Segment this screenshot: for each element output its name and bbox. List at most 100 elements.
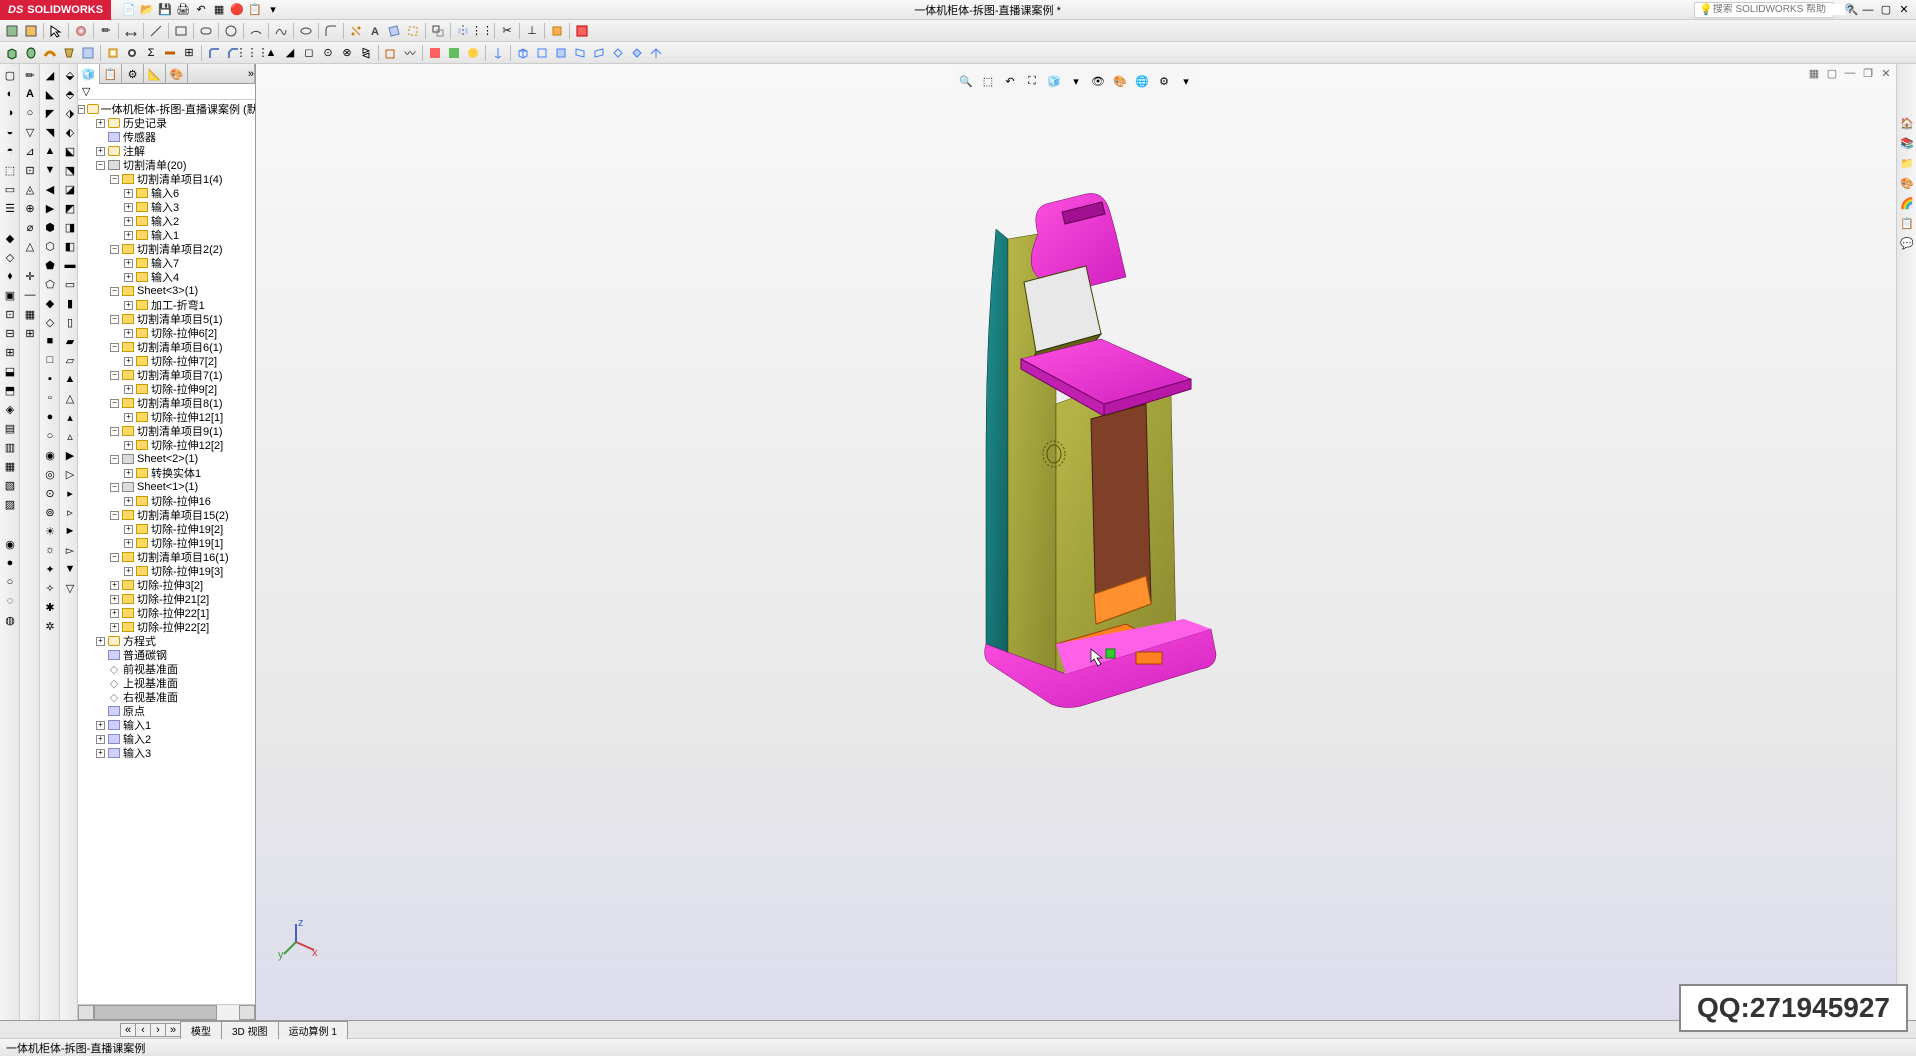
tree-item[interactable]: ◇前视基准面 (78, 662, 255, 676)
surf1-icon[interactable]: ⬙ (61, 66, 79, 84)
weld14-icon[interactable]: ◇ (41, 313, 59, 331)
hole-callout-icon[interactable]: ⌀ (21, 218, 39, 236)
solidworks-resources-icon[interactable]: 🏠 (1898, 114, 1916, 132)
forming-tool-icon[interactable]: ▣ (1, 286, 19, 304)
sketch-tool-icon[interactable]: ✏ (97, 22, 115, 40)
doc-close-icon[interactable]: ✕ (1878, 66, 1894, 80)
edge-flange-icon[interactable]: ◑ (1, 104, 19, 122)
rip-icon[interactable]: ▤ (1, 419, 19, 437)
print-button[interactable]: 🖨 (175, 2, 191, 18)
weld1-icon[interactable]: ◢ (41, 66, 59, 84)
tree-expander-icon[interactable]: + (124, 189, 133, 198)
tree-item[interactable]: −Sheet<1>(1) (78, 480, 255, 494)
scroll-right-button[interactable] (239, 1005, 255, 1020)
sketched-bend-icon[interactable]: ▭ (1, 180, 19, 198)
tree-expander-icon[interactable]: + (124, 203, 133, 212)
slot-icon[interactable] (197, 22, 215, 40)
wrap-icon[interactable]: ⊙ (319, 44, 337, 62)
mirror-icon[interactable] (454, 22, 472, 40)
dimension-icon[interactable] (122, 22, 140, 40)
misc4-icon[interactable]: ◌ (1, 592, 19, 610)
pattern-icon[interactable]: ⋮⋮ (473, 22, 491, 40)
weld12-icon[interactable]: ⬠ (41, 275, 59, 293)
cut-loft-icon[interactable]: ⊞ (180, 44, 198, 62)
tree-expander-icon[interactable]: + (124, 259, 133, 268)
sheet-metal-icon[interactable]: ▢ (1, 66, 19, 84)
extrude-icon[interactable] (3, 44, 21, 62)
weld25-icon[interactable]: ☀ (41, 522, 59, 540)
fillet-icon[interactable] (322, 22, 340, 40)
relations-icon[interactable]: ⊥ (523, 22, 541, 40)
minimize-button[interactable]: — (1860, 3, 1876, 17)
surf26-icon[interactable]: ▻ (61, 541, 79, 559)
line-icon[interactable] (147, 22, 165, 40)
tree-expander-icon[interactable]: + (124, 497, 133, 506)
appearance-icon[interactable] (72, 22, 90, 40)
tree-expander-icon[interactable]: − (110, 553, 119, 562)
tree-item[interactable]: +加工-折弯1 (78, 298, 255, 312)
hem-icon[interactable]: ◓ (1, 142, 19, 160)
surf13-icon[interactable]: ▮ (61, 294, 79, 312)
linear-pattern-icon[interactable]: ⋮⋮⋮ (243, 44, 261, 62)
tree-expander-icon[interactable]: − (110, 315, 119, 324)
tree-item[interactable]: −切割清单项目8(1) (78, 396, 255, 410)
weld3-icon[interactable]: ◤ (41, 104, 59, 122)
tree-expander-icon[interactable]: − (96, 161, 105, 170)
display-manager-tab[interactable]: 🎨 (166, 64, 188, 84)
rib-icon[interactable]: ▲ (262, 44, 280, 62)
tree-item[interactable]: +输入2 (78, 214, 255, 228)
tree-expander-icon[interactable]: + (124, 385, 133, 394)
display-style-icon[interactable]: ▾ (1067, 72, 1085, 90)
weld19-icon[interactable]: ● (41, 408, 59, 426)
tree-item[interactable]: 传感器 (78, 130, 255, 144)
circle-icon[interactable] (222, 22, 240, 40)
tree-item[interactable]: +输入2 (78, 732, 255, 746)
top-view-icon[interactable] (609, 44, 627, 62)
tree-expander-icon[interactable]: + (124, 357, 133, 366)
tree-item[interactable]: −切割清单项目6(1) (78, 340, 255, 354)
tree-item[interactable]: +切除-拉伸9[2] (78, 382, 255, 396)
rev-symbol-icon[interactable]: △ (21, 237, 39, 255)
tab-nav-next-icon[interactable]: › (150, 1023, 166, 1037)
open-file-button[interactable]: 📂 (139, 2, 155, 18)
cross-break-icon[interactable]: ☰ (1, 199, 19, 217)
tree-expander-icon[interactable]: + (110, 581, 119, 590)
instant3d-icon[interactable] (426, 44, 444, 62)
cut-sweep-icon[interactable] (161, 44, 179, 62)
help-search[interactable]: 💡 🔍 (1694, 2, 1834, 18)
apply-scene-icon[interactable]: 🌐 (1133, 72, 1151, 90)
tree-item[interactable]: −切割清单(20) (78, 158, 255, 172)
surf4-icon[interactable]: ⬖ (61, 123, 79, 141)
tab-nav-first-icon[interactable]: « (120, 1023, 136, 1037)
scroll-track[interactable] (94, 1005, 239, 1020)
tree-item[interactable]: −切割清单项目2(2) (78, 242, 255, 256)
tree-item[interactable]: −切割清单项目15(2) (78, 508, 255, 522)
tree-expander-icon[interactable]: + (96, 119, 105, 128)
tree-item[interactable]: +切除-拉伸16 (78, 494, 255, 508)
view-settings-icon[interactable]: ⚙ (1155, 72, 1173, 90)
tree-expander-icon[interactable]: − (110, 175, 119, 184)
surf28-icon[interactable]: ▽ (61, 579, 79, 597)
tree-item[interactable]: +输入3 (78, 746, 255, 760)
tree-item[interactable]: +输入1 (78, 228, 255, 242)
search-input[interactable] (1713, 4, 1845, 15)
tree-expander-icon[interactable]: + (110, 609, 119, 618)
quick-snaps-icon[interactable] (548, 22, 566, 40)
vent-icon[interactable]: ⊡ (1, 305, 19, 323)
tree-item[interactable]: +切除-拉伸3[2] (78, 578, 255, 592)
select-icon[interactable] (47, 22, 65, 40)
unfold-icon[interactable]: ⊟ (1, 324, 19, 342)
tree-item[interactable]: −切割清单项目7(1) (78, 368, 255, 382)
tree-expander-icon[interactable]: − (110, 427, 119, 436)
sketch-icon[interactable] (22, 22, 40, 40)
hide-show-icon[interactable]: 👁 (1089, 72, 1107, 90)
weld5-icon[interactable]: ▲ (41, 142, 59, 160)
save-button[interactable]: 💾 (157, 2, 173, 18)
datum-feature-icon[interactable]: ◬ (21, 180, 39, 198)
tb-axis-icon[interactable] (489, 44, 507, 62)
centerline-icon[interactable]: — (21, 286, 39, 304)
tree-expander-icon[interactable]: + (124, 567, 133, 576)
surf12-icon[interactable]: ▭ (61, 275, 79, 293)
sweep-icon[interactable] (41, 44, 59, 62)
surf24-icon[interactable]: ▹ (61, 503, 79, 521)
